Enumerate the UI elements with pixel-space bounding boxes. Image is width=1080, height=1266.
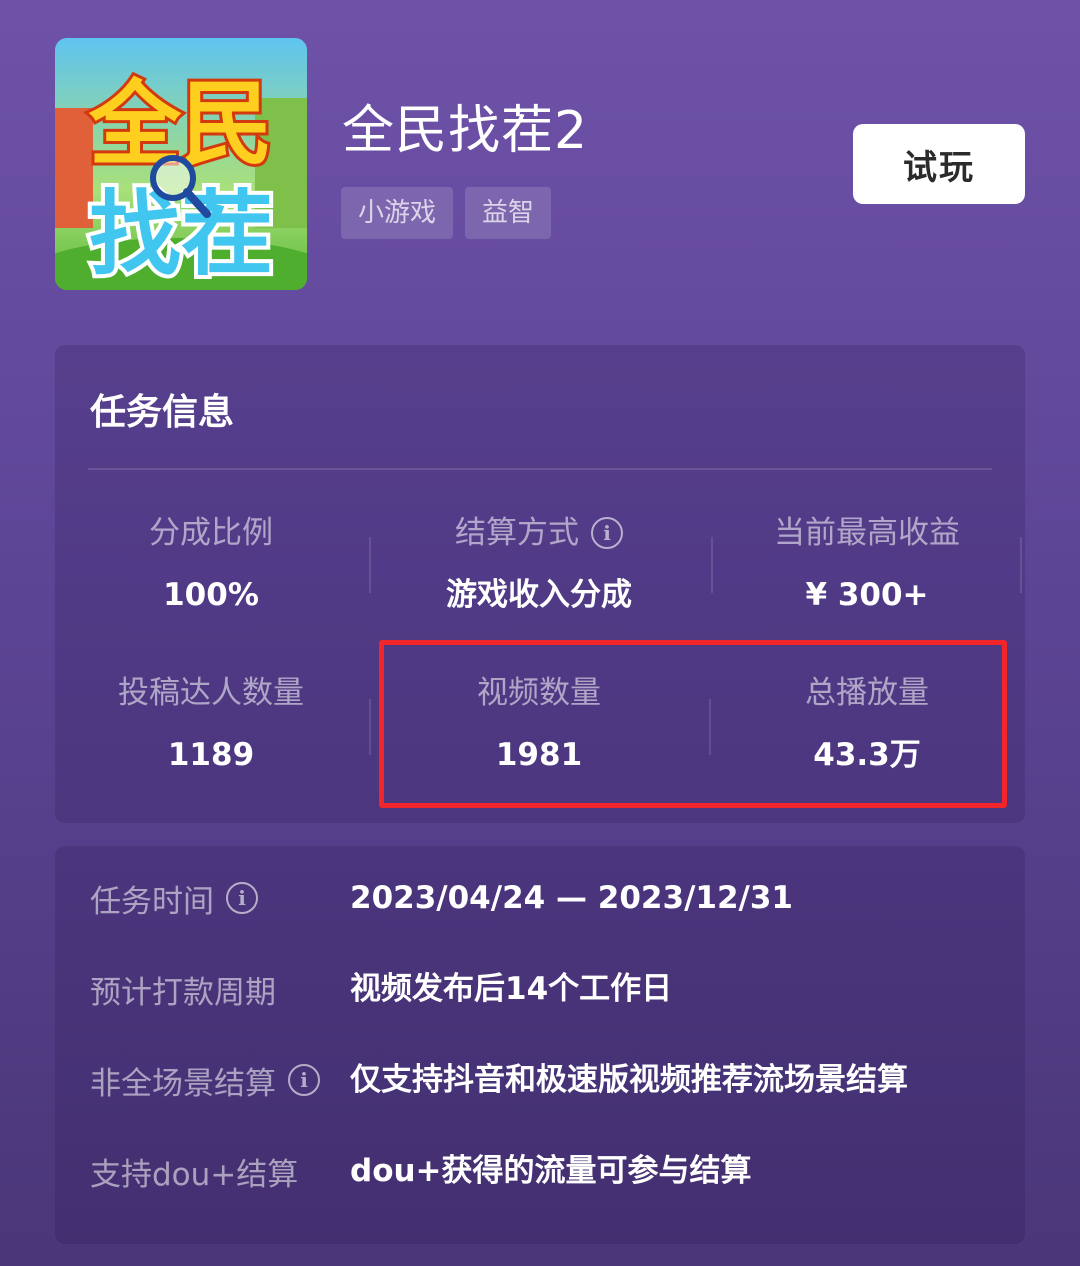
divider [369,537,371,593]
detail-row-dou-plus: 支持dou+结算 dou+获得的流量可参与结算 [90,1146,1020,1196]
tag-puzzle: 益智 [465,187,552,239]
game-header: 全民 找茬 全民找茬2 小游戏 益智 试玩 [0,0,1080,320]
stat-max-income: 当前最高收益 ¥ 300+ [717,511,1017,615]
stat-value: 100% [163,577,259,613]
stat-creator-count: 投稿达人数量 1189 [61,671,361,775]
info-icon[interactable]: i [591,517,623,549]
divider [711,537,713,593]
divider [88,468,992,470]
game-title: 全民找茬2 [342,101,589,161]
stat-label: 当前最高收益 [774,515,960,551]
stat-label: 分成比例 [149,515,273,551]
tag-list: 小游戏 益智 [341,187,552,239]
stat-share-ratio: 分成比例 100% [61,511,361,615]
detail-label: 支持dou+结算 [90,1156,299,1193]
try-play-button[interactable]: 试玩 [853,124,1025,204]
detail-label: 任务时间 i [90,873,258,923]
stat-label: 投稿达人数量 [118,675,304,711]
detail-value: 2023/04/24 — 2023/12/31 [350,880,793,916]
detail-row-scene-settlement: 非全场景结算 i 仅支持抖音和极速版视频推荐流场景结算 [90,1055,1020,1105]
info-icon[interactable]: i [288,1064,320,1096]
stat-label: 结算方式 i [389,511,689,555]
divider [1020,537,1022,593]
detail-label: 非全场景结算 i [90,1055,320,1105]
stat-value: ¥ 300+ [805,577,929,613]
stat-value: 游戏收入分成 [446,577,632,613]
stat-value: 1189 [167,737,255,773]
task-detail-card: 任务时间 i 2023/04/24 — 2023/12/31 预计打款周期 视频… [55,846,1025,1244]
detail-value: 视频发布后14个工作日 [350,971,673,1007]
game-icon[interactable]: 全民 找茬 [55,38,307,290]
task-info-card: 任务信息 分成比例 100% 结算方式 i 游戏收入分成 当前最高收益 ¥ 30… [55,345,1025,823]
detail-row-payment-cycle: 预计打款周期 视频发布后14个工作日 [90,964,1020,1014]
stat-settlement-method: 结算方式 i 游戏收入分成 [389,511,689,615]
task-info-title: 任务信息 [90,392,235,433]
divider [369,699,371,755]
detail-value: dou+获得的流量可参与结算 [350,1153,752,1189]
detail-row-task-time: 任务时间 i 2023/04/24 — 2023/12/31 [90,873,1020,923]
detail-value: 仅支持抖音和极速版视频推荐流场景结算 [350,1062,908,1098]
detail-label: 预计打款周期 [90,974,276,1011]
highlight-annotation-box [379,640,1007,808]
info-icon[interactable]: i [226,882,258,914]
tag-mini-game: 小游戏 [341,187,454,239]
